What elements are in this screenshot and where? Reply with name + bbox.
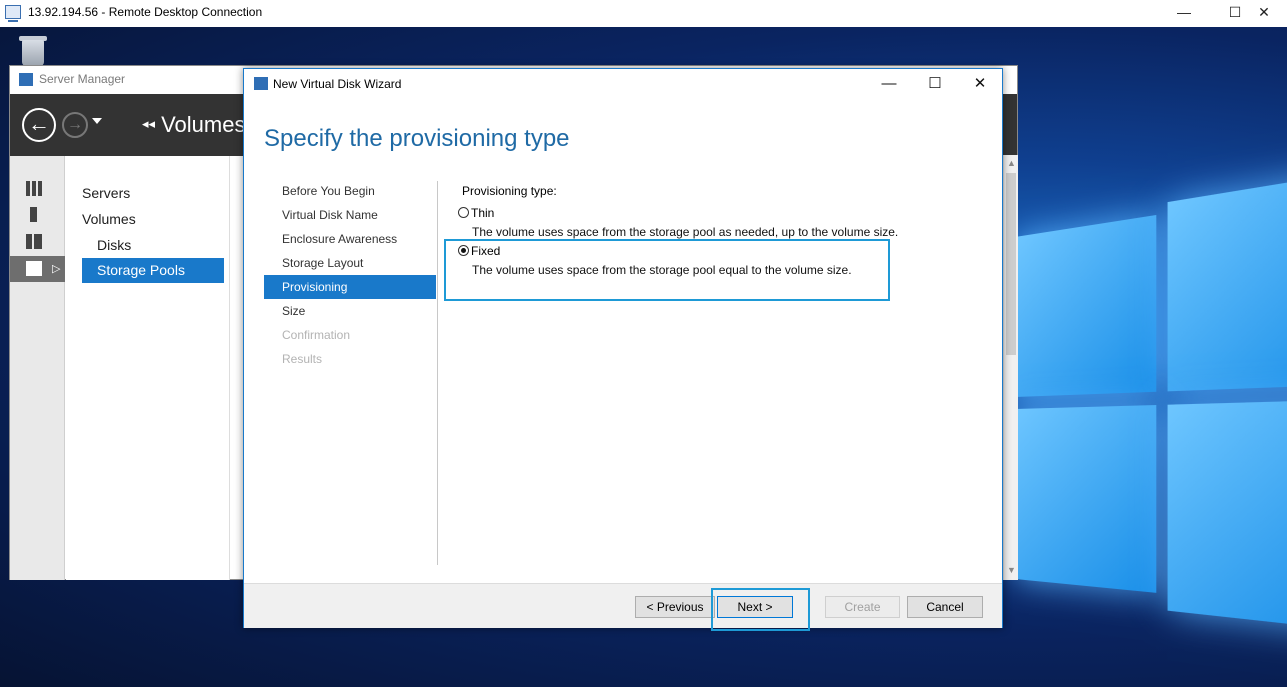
wizard-steps: Before You Begin Virtual Disk Name Enclo…	[264, 179, 436, 371]
forward-button[interactable]: →	[62, 112, 88, 138]
server-manager-scrollbar[interactable]: ▲ ▼	[1003, 155, 1018, 580]
tree-item-storage-pools[interactable]: Storage Pools	[82, 258, 224, 283]
create-button: Create	[825, 596, 900, 618]
navigation-tree: Servers Volumes Disks Storage Pools	[66, 156, 230, 580]
wizard-close-button[interactable]: ✕	[957, 69, 1003, 99]
tree-item-servers[interactable]: Servers	[82, 181, 130, 206]
rdp-window-title: 13.92.194.56 - Remote Desktop Connection	[28, 5, 263, 19]
tree-item-volumes[interactable]: Volumes	[82, 207, 136, 232]
step-before-you-begin[interactable]: Before You Begin	[264, 179, 436, 203]
back-button[interactable]: ←	[22, 108, 56, 142]
rdp-minimize-button[interactable]: —	[1161, 0, 1207, 27]
windows-logo-icon	[1015, 170, 1287, 687]
wizard-title-bar: New Virtual Disk Wizard — ☐ ✕	[244, 69, 1002, 99]
breadcrumb: ◂◂ Volumes	[142, 112, 245, 138]
tree-item-disks[interactable]: Disks	[97, 233, 131, 258]
steps-divider	[437, 181, 438, 565]
thin-description: The volume uses space from the storage p…	[472, 225, 899, 239]
scroll-up-icon[interactable]: ▲	[1007, 158, 1016, 168]
step-storage-layout[interactable]: Storage Layout	[264, 251, 436, 275]
file-storage-icon	[26, 261, 42, 276]
sidebar-rail: ▷	[10, 156, 65, 580]
recycle-bin-icon[interactable]	[14, 36, 52, 66]
rdp-title-bar: 13.92.194.56 - Remote Desktop Connection…	[0, 0, 1287, 27]
fixed-option-highlight	[444, 239, 890, 301]
step-results: Results	[282, 352, 323, 366]
provisioning-type-label: Provisioning type:	[462, 184, 557, 198]
step-enclosure-awareness[interactable]: Enclosure Awareness	[264, 227, 436, 251]
rdp-close-button[interactable]: ✕	[1241, 0, 1287, 27]
step-confirmation: Confirmation	[282, 328, 351, 342]
wizard-minimize-button[interactable]: —	[866, 69, 912, 99]
thin-radio[interactable]	[458, 207, 469, 218]
page-title: Specify the provisioning type	[264, 125, 570, 152]
step-size[interactable]: Size	[264, 299, 436, 323]
breadcrumb-arrows-icon: ◂◂	[142, 116, 156, 131]
breadcrumb-volumes[interactable]: Volumes	[161, 112, 245, 137]
scroll-thumb[interactable]	[1006, 173, 1016, 355]
step-provisioning[interactable]: Provisioning	[264, 275, 436, 299]
wizard-maximize-button[interactable]: ☐	[912, 69, 958, 99]
rail-item-all-servers[interactable]	[10, 229, 65, 255]
step-virtual-disk-name[interactable]: Virtual Disk Name	[264, 203, 436, 227]
wizard-title: New Virtual Disk Wizard	[273, 77, 402, 91]
local-server-icon	[30, 207, 37, 222]
server-manager-title: Server Manager	[39, 72, 126, 86]
wizard-icon	[254, 77, 268, 90]
server-manager-icon	[19, 73, 33, 86]
scroll-down-icon[interactable]: ▼	[1007, 565, 1016, 575]
wizard-footer: < Previous Next > Create Cancel	[244, 583, 1002, 628]
rail-item-file-storage[interactable]: ▷	[10, 256, 65, 282]
next-button-highlight	[711, 588, 810, 631]
chevron-right-icon: ▷	[52, 263, 61, 275]
rail-item-local-server[interactable]	[10, 202, 65, 228]
all-servers-icon	[26, 234, 42, 249]
history-dropdown-icon[interactable]	[92, 118, 102, 124]
dashboard-icon	[26, 181, 42, 196]
previous-button[interactable]: < Previous	[635, 596, 715, 618]
cancel-button[interactable]: Cancel	[907, 596, 983, 618]
thin-label[interactable]: Thin	[471, 206, 494, 220]
remote-desktop-icon	[5, 5, 21, 22]
new-virtual-disk-wizard: New Virtual Disk Wizard — ☐ ✕ Specify th…	[243, 68, 1003, 631]
rail-item-dashboard[interactable]	[10, 176, 65, 202]
thin-option[interactable]: Thin	[458, 206, 494, 220]
